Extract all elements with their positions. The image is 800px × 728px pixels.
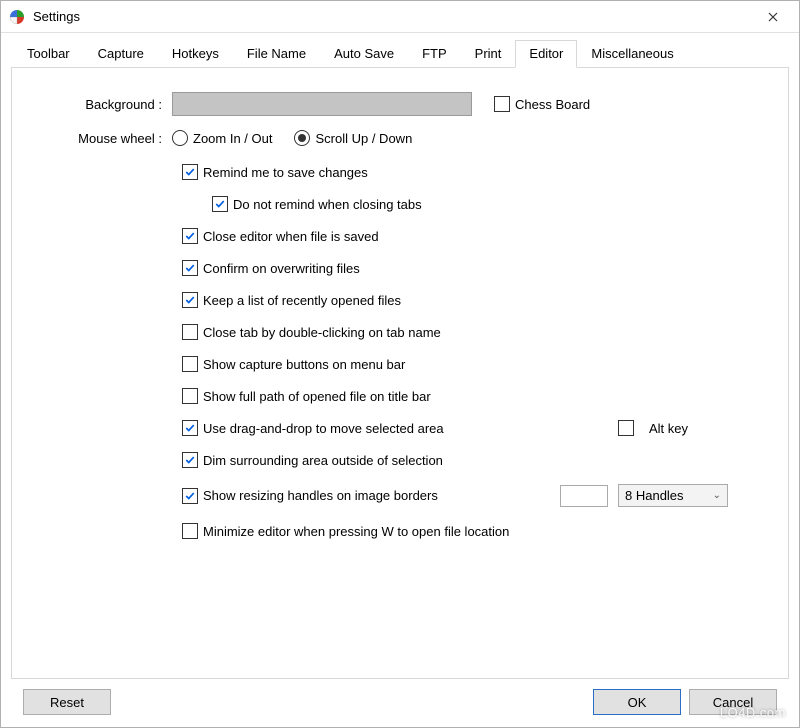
label-alt-key: Alt key <box>649 421 688 436</box>
handles-number-input[interactable] <box>560 485 608 507</box>
tab-auto-save[interactable]: Auto Save <box>320 40 408 68</box>
option-capture_buttons_menubar: Show capture buttons on menu bar <box>182 356 758 372</box>
checkbox-minimize_w[interactable] <box>182 523 198 539</box>
checkbox-remind_save[interactable] <box>182 164 198 180</box>
tab-editor[interactable]: Editor <box>515 40 577 68</box>
checkbox-full_path_title[interactable] <box>182 388 198 404</box>
background-color-swatch[interactable] <box>172 92 472 116</box>
label-close_on_save: Close editor when file is saved <box>203 229 379 244</box>
option-remind_save: Remind me to save changes <box>182 164 758 180</box>
label-minimize_w: Minimize editor when pressing W to open … <box>203 524 509 539</box>
label-confirm_overwrite: Confirm on overwriting files <box>203 261 360 276</box>
titlebar: Settings <box>1 1 799 33</box>
mouse-wheel-label: Mouse wheel : <box>42 131 172 146</box>
option-full_path_title: Show full path of opened file on title b… <box>182 388 758 404</box>
close-button[interactable] <box>751 2 795 32</box>
tab-miscellaneous[interactable]: Miscellaneous <box>577 40 687 68</box>
label-remind_save: Remind me to save changes <box>203 165 368 180</box>
checkbox-confirm_overwrite[interactable] <box>182 260 198 276</box>
background-label: Background : <box>42 97 172 112</box>
label-recent_list: Keep a list of recently opened files <box>203 293 401 308</box>
label-resize_handles: Show resizing handles on image borders <box>203 488 438 503</box>
mouse-wheel-scroll-radio[interactable] <box>294 130 310 146</box>
tab-file-name[interactable]: File Name <box>233 40 320 68</box>
ok-button[interactable]: OK <box>593 689 681 715</box>
mouse-wheel-scroll-label: Scroll Up / Down <box>315 131 412 146</box>
label-capture_buttons_menubar: Show capture buttons on menu bar <box>203 357 405 372</box>
dialog-footer: Reset OK Cancel <box>11 679 789 727</box>
option-dim_surrounding: Dim surrounding area outside of selectio… <box>182 452 758 468</box>
option-close_tab_dbl: Close tab by double-clicking on tab name <box>182 324 758 340</box>
handles-combo[interactable]: 8 Handles ⌄ <box>618 484 728 507</box>
checkbox-drag_drop_move[interactable] <box>182 420 198 436</box>
checkbox-capture_buttons_menubar[interactable] <box>182 356 198 372</box>
option-close_on_save: Close editor when file is saved <box>182 228 758 244</box>
label-no_remind_tabs: Do not remind when closing tabs <box>233 197 422 212</box>
tab-ftp[interactable]: FTP <box>408 40 461 68</box>
option-confirm_overwrite: Confirm on overwriting files <box>182 260 758 276</box>
checkbox-close_on_save[interactable] <box>182 228 198 244</box>
close-icon <box>768 12 778 22</box>
tab-toolbar[interactable]: Toolbar <box>13 40 84 68</box>
tab-strip: ToolbarCaptureHotkeysFile NameAuto SaveF… <box>11 39 789 67</box>
label-full_path_title: Show full path of opened file on title b… <box>203 389 431 404</box>
checkbox-alt-key[interactable] <box>618 420 634 436</box>
tab-capture[interactable]: Capture <box>84 40 158 68</box>
checkbox-resize_handles[interactable] <box>182 488 198 504</box>
option-recent_list: Keep a list of recently opened files <box>182 292 758 308</box>
cancel-button[interactable]: Cancel <box>689 689 777 715</box>
mouse-wheel-zoom-radio[interactable] <box>172 130 188 146</box>
chess-board-checkbox[interactable] <box>494 96 510 112</box>
tab-panel-editor: Background : Chess Board Mouse wheel : Z… <box>11 67 789 679</box>
option-minimize_w: Minimize editor when pressing W to open … <box>182 523 758 539</box>
chevron-down-icon: ⌄ <box>713 490 721 501</box>
checkbox-recent_list[interactable] <box>182 292 198 308</box>
handles-combo-value: 8 Handles <box>625 488 684 503</box>
tab-print[interactable]: Print <box>461 40 516 68</box>
window-title: Settings <box>33 9 751 24</box>
option-drag_drop_move: Use drag-and-drop to move selected area A… <box>182 420 758 436</box>
option-resize_handles: Show resizing handles on image borders 8 … <box>182 484 758 507</box>
checkbox-dim_surrounding[interactable] <box>182 452 198 468</box>
app-icon <box>9 9 25 25</box>
chess-board-label: Chess Board <box>515 97 590 112</box>
label-drag_drop_move: Use drag-and-drop to move selected area <box>203 421 444 436</box>
tab-hotkeys[interactable]: Hotkeys <box>158 40 233 68</box>
reset-button[interactable]: Reset <box>23 689 111 715</box>
checkbox-close_tab_dbl[interactable] <box>182 324 198 340</box>
option-no_remind_tabs: Do not remind when closing tabs <box>212 196 758 212</box>
label-close_tab_dbl: Close tab by double-clicking on tab name <box>203 325 441 340</box>
label-dim_surrounding: Dim surrounding area outside of selectio… <box>203 453 443 468</box>
checkbox-no_remind_tabs[interactable] <box>212 196 228 212</box>
mouse-wheel-zoom-label: Zoom In / Out <box>193 131 272 146</box>
